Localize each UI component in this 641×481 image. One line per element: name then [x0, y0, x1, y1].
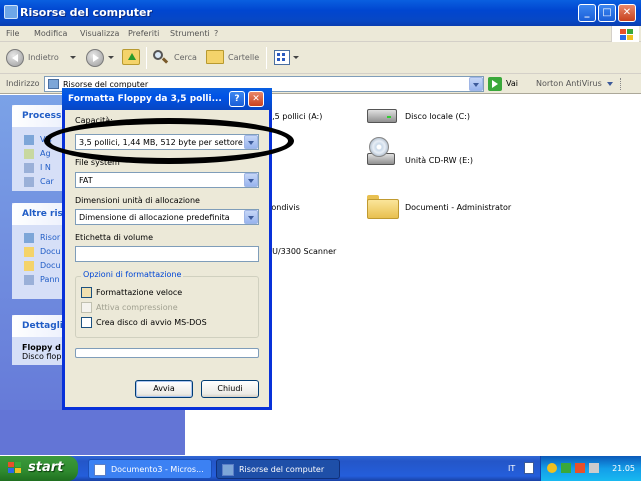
- speaker-icon[interactable]: [589, 463, 599, 473]
- forward-dropdown-icon[interactable]: [108, 56, 114, 59]
- settings-icon: [24, 163, 34, 173]
- start-button-taskbar[interactable]: start: [0, 456, 78, 481]
- programs-icon: [24, 149, 34, 159]
- search-label[interactable]: Cerca: [174, 53, 197, 62]
- minimize-button[interactable]: _: [578, 4, 596, 22]
- computer-icon: [4, 5, 18, 19]
- toolbar: Indietro Cerca Cartelle: [0, 42, 641, 74]
- filesystem-value: FAT: [79, 176, 93, 185]
- window-title: Risorse del computer: [20, 6, 152, 19]
- capacity-label: Capacità:: [75, 116, 113, 125]
- cd-drive-icon[interactable]: [365, 137, 395, 169]
- control-panel-icon: [24, 275, 34, 285]
- tray-icon[interactable]: [561, 463, 571, 473]
- quick-format-checkbox[interactable]: [81, 287, 92, 298]
- windows-flag-icon: [611, 26, 639, 42]
- menu-file[interactable]: File: [6, 29, 19, 38]
- clock[interactable]: 21.05: [612, 464, 635, 473]
- windows-flag-icon: [8, 462, 22, 474]
- toolbar-separator: [266, 47, 267, 69]
- msdos-boot-label[interactable]: Crea disco di avvio MS-DOS: [96, 318, 207, 327]
- capacity-value: 3,5 pollici, 1,44 MB, 512 byte per setto…: [79, 138, 243, 147]
- volume-label: Etichetta di volume: [75, 233, 154, 242]
- taskbar-item-explorer[interactable]: Risorse del computer: [216, 459, 340, 479]
- folders-label[interactable]: Cartelle: [228, 53, 259, 62]
- start-button[interactable]: Avvia: [135, 380, 193, 398]
- tray-icon[interactable]: [575, 463, 585, 473]
- item-admin-documents-label[interactable]: Documenti - Administrator: [405, 203, 511, 212]
- maximize-button[interactable]: □: [598, 4, 616, 22]
- taskbar-item-word[interactable]: Documento3 - Micros...: [88, 459, 212, 479]
- capacity-select[interactable]: 3,5 pollici, 1,44 MB, 512 byte per setto…: [75, 134, 259, 150]
- chevron-down-icon[interactable]: [244, 173, 258, 187]
- task-pane-bottom: [0, 410, 185, 455]
- computer-icon: [48, 79, 59, 89]
- menu-view[interactable]: Visualizza: [80, 29, 119, 38]
- back-label[interactable]: Indietro: [28, 53, 59, 62]
- forward-arrow-icon[interactable]: [86, 49, 104, 67]
- tray-icon[interactable]: [547, 463, 557, 473]
- alloc-select[interactable]: Dimensione di allocazione predefinita: [75, 209, 259, 225]
- menu-edit[interactable]: Modifica: [34, 29, 67, 38]
- item-floppy-label[interactable]: 3,5 pollici (A:): [267, 112, 322, 121]
- close-button[interactable]: ✕: [618, 4, 636, 22]
- hard-drive-icon[interactable]: [365, 105, 399, 127]
- norton-dropdown-icon[interactable]: [604, 77, 618, 91]
- toolbar-separator: [146, 47, 147, 69]
- quick-format-label[interactable]: Formattazione veloce: [96, 288, 182, 297]
- language-indicator[interactable]: IT: [508, 464, 515, 473]
- search-icon[interactable]: [152, 49, 169, 65]
- format-options-title: Opzioni di formattazione: [81, 270, 184, 279]
- network-icon: [24, 233, 34, 243]
- dialog-title: Formatta Floppy da 3,5 polli...: [68, 94, 222, 104]
- views-dropdown-icon[interactable]: [293, 56, 299, 59]
- settings-icon: [24, 177, 34, 187]
- menu-favorites[interactable]: Preferiti: [128, 29, 159, 38]
- toolbar-grip[interactable]: [620, 78, 626, 90]
- item-scanner-label[interactable]: 0U/3300 Scanner: [267, 247, 336, 256]
- info-icon: [24, 135, 34, 145]
- go-label[interactable]: Vai: [506, 79, 518, 88]
- compression-checkbox: [81, 302, 92, 313]
- item-local-disk-label[interactable]: Disco locale (C:): [405, 112, 470, 121]
- folder-icon: [24, 261, 34, 271]
- address-label: Indirizzo: [6, 79, 40, 88]
- dialog-close-button[interactable]: ✕: [248, 91, 264, 107]
- volume-input[interactable]: [75, 246, 259, 262]
- go-arrow-icon[interactable]: [488, 77, 502, 91]
- menu-bar: File Modifica Visualizza Preferiti Strum…: [0, 26, 641, 42]
- menu-help[interactable]: ?: [214, 29, 218, 38]
- folder-icon[interactable]: [367, 191, 399, 219]
- folders-icon[interactable]: [206, 50, 224, 64]
- help-tray-icon[interactable]: [524, 462, 534, 474]
- chevron-down-icon[interactable]: [244, 210, 258, 224]
- close-dialog-button[interactable]: Chiudi: [201, 380, 259, 398]
- word-document-icon: [94, 464, 106, 476]
- address-dropdown-icon[interactable]: [469, 77, 483, 91]
- alloc-label: Dimensioni unità di allocazione: [75, 196, 200, 205]
- computer-icon: [222, 464, 234, 476]
- msdos-boot-checkbox[interactable]: [81, 317, 92, 328]
- format-progress-bar: [75, 348, 259, 358]
- system-tray: 21.05: [540, 456, 641, 481]
- chevron-down-icon[interactable]: [244, 135, 258, 149]
- back-arrow-icon[interactable]: [6, 49, 24, 67]
- start-label: start: [28, 460, 64, 475]
- dialog-titlebar[interactable]: Formatta Floppy da 3,5 polli... ? ✕: [62, 88, 272, 110]
- views-icon[interactable]: [274, 50, 290, 65]
- compression-label: Attiva compressione: [96, 303, 178, 312]
- alloc-value: Dimensione di allocazione predefinita: [79, 213, 230, 222]
- norton-antivirus-toolbar[interactable]: Norton AntiVirus: [536, 79, 602, 88]
- up-folder-icon[interactable]: [122, 49, 140, 65]
- format-dialog: Capacità: 3,5 pollici, 1,44 MB, 512 byte…: [62, 88, 272, 410]
- filesystem-label: File system: [75, 158, 120, 167]
- back-dropdown-icon[interactable]: [70, 56, 76, 59]
- help-button[interactable]: ?: [229, 91, 245, 107]
- item-cd-drive-label[interactable]: Unità CD-RW (E:): [405, 156, 473, 165]
- menu-tools[interactable]: Strumenti: [170, 29, 210, 38]
- taskbar: start Documento3 - Micros... Risorse del…: [0, 456, 641, 481]
- filesystem-select[interactable]: FAT: [75, 172, 259, 188]
- window-titlebar[interactable]: Risorse del computer _ □ ✕: [0, 0, 641, 26]
- folder-icon: [24, 247, 34, 257]
